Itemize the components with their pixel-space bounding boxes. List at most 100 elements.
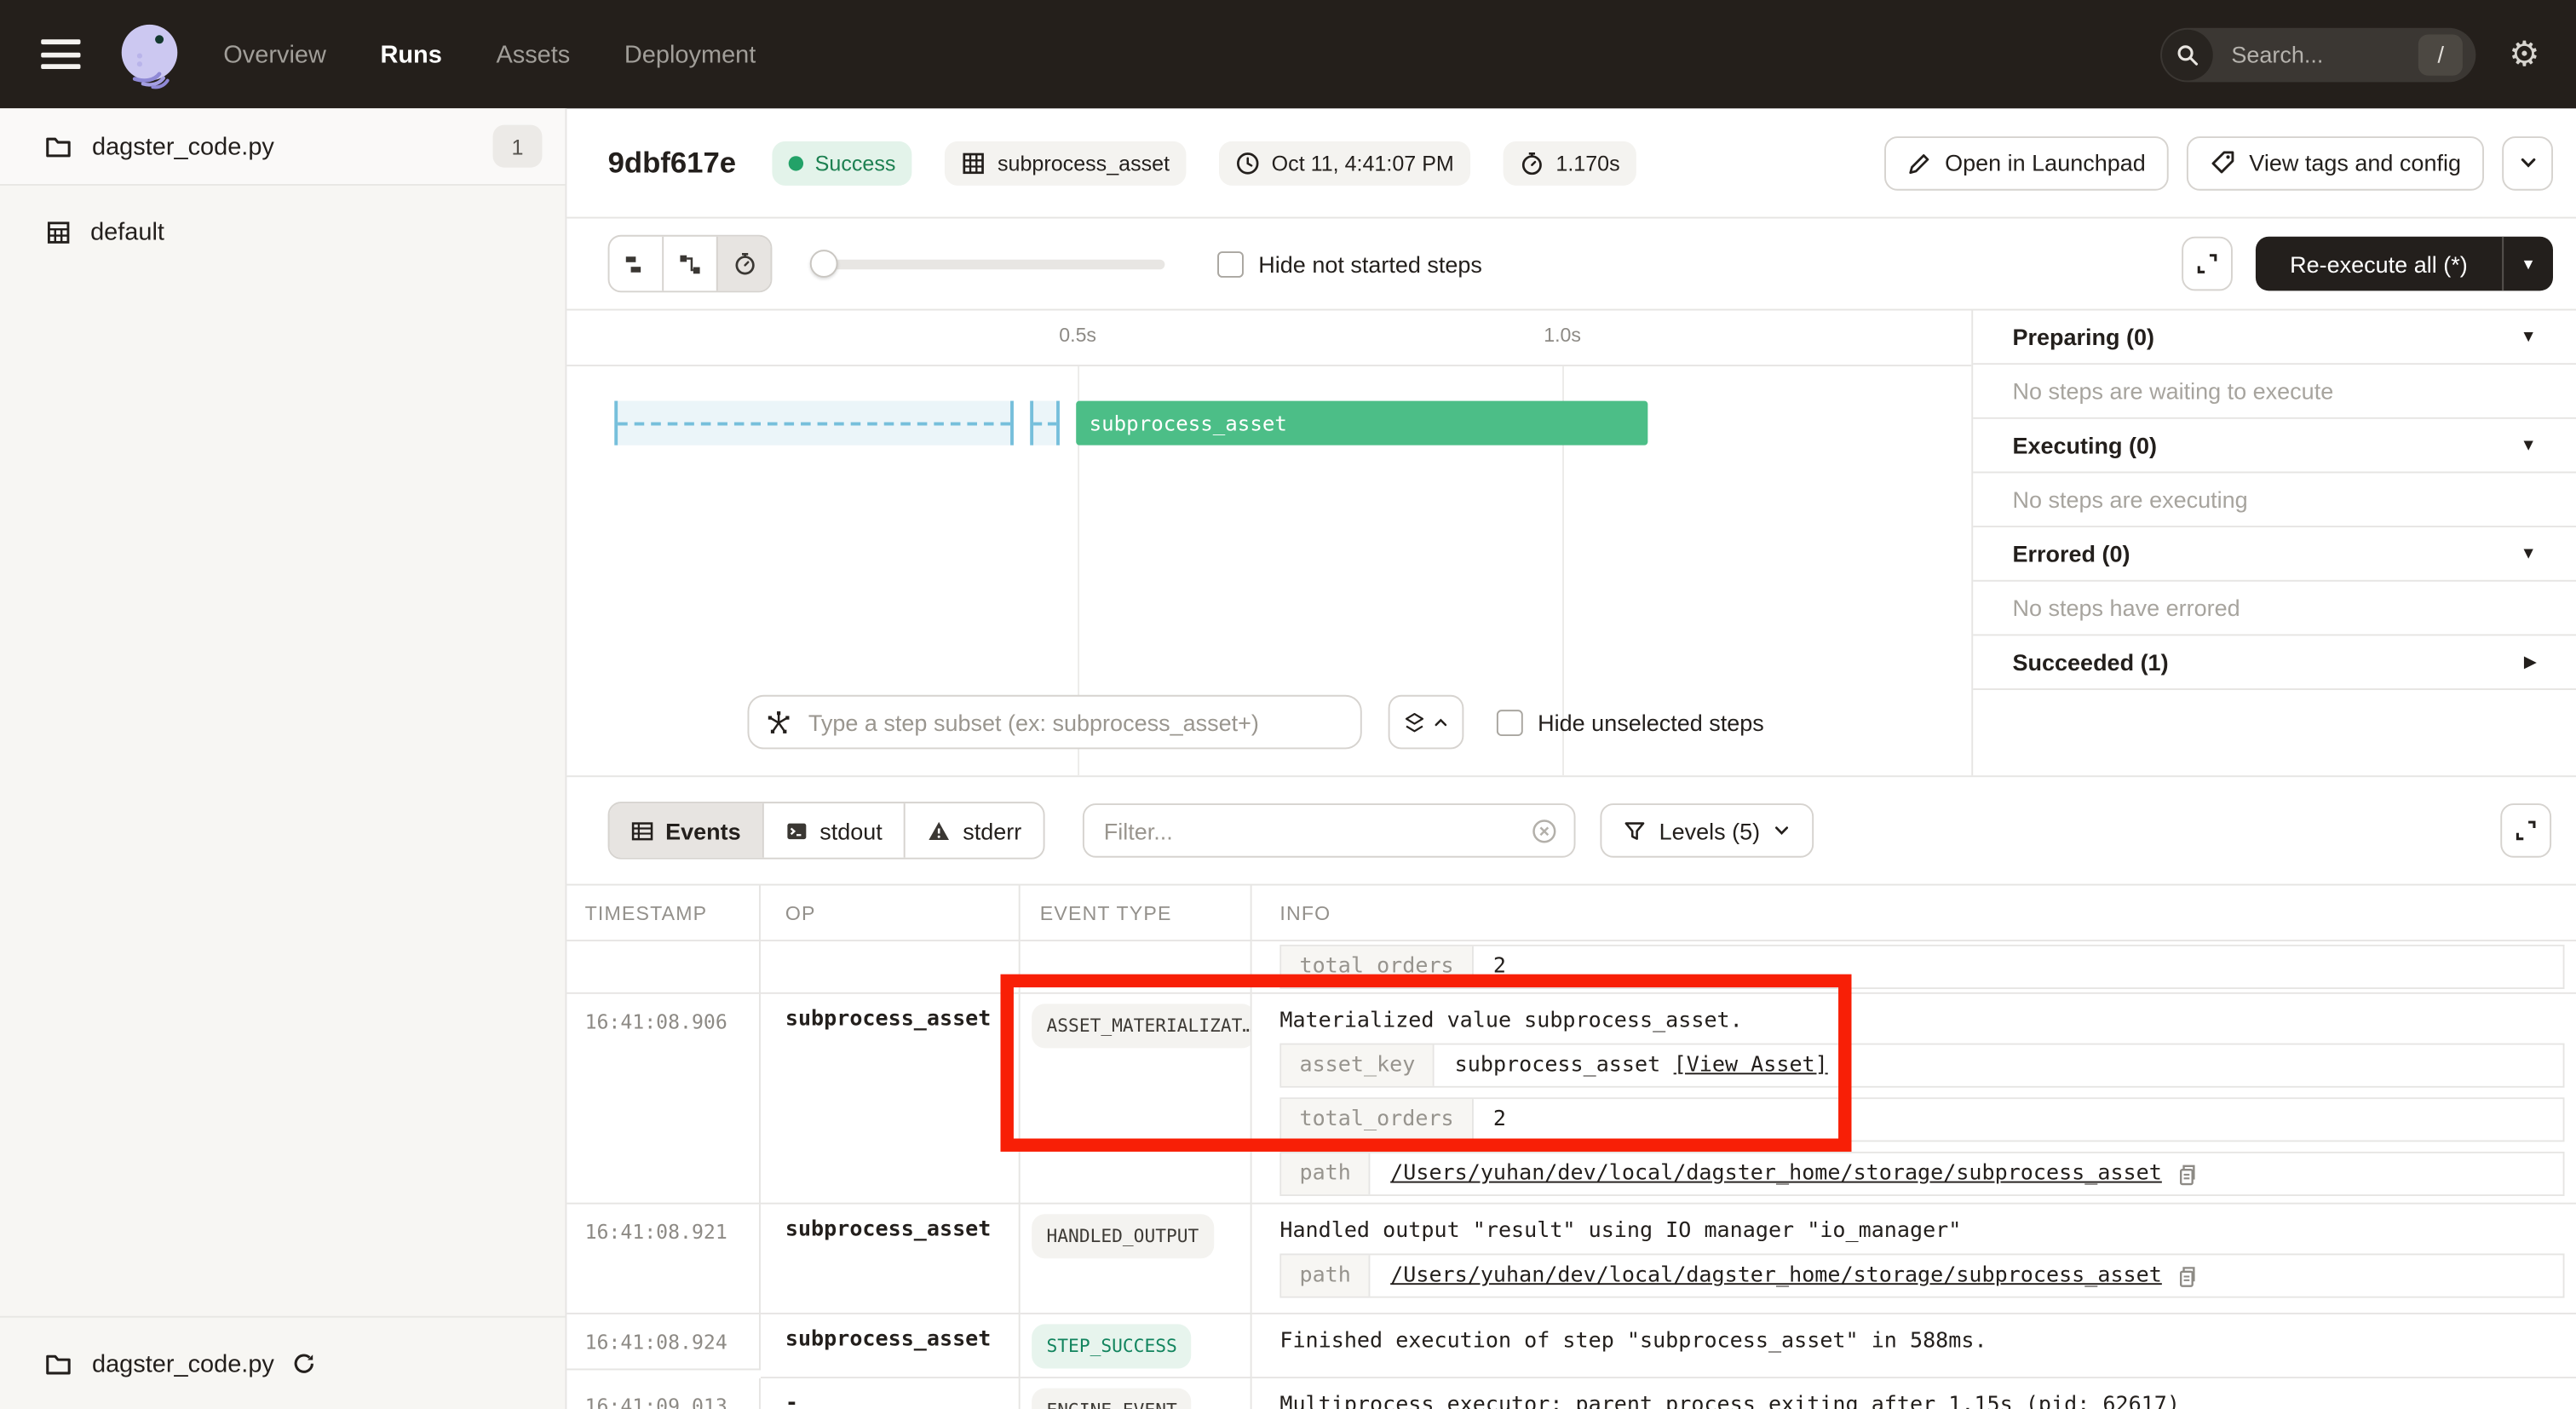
table-row: STEP_SUCCESS: [1021, 1314, 1252, 1378]
event-type-tag-success[interactable]: STEP_SUCCESS: [1032, 1324, 1192, 1368]
status-section-errored[interactable]: Errored (0) ▼: [1973, 527, 2576, 582]
collapse-icon: ▼: [2521, 544, 2537, 562]
step-subset-controls: Hide unselected steps: [747, 695, 1763, 750]
main-content: 9dbf617e Success subprocess_asset Oct 11…: [566, 108, 2576, 1409]
axis-tick-0: 0.5s: [1059, 324, 1096, 347]
gantt-waiting-bar-short: [1030, 401, 1060, 446]
repo-count-badge: 1: [493, 125, 543, 168]
metadata-entry: path /Users/yuhan/dev/local/dagster_home…: [1279, 1253, 2564, 1297]
chevron-down-icon: [2518, 152, 2538, 172]
slider-knob[interactable]: [810, 250, 838, 278]
reload-icon[interactable]: [290, 1350, 317, 1377]
dagster-logo[interactable]: [112, 16, 187, 92]
run-start-time: Oct 11, 4:41:07 PM: [1219, 141, 1470, 185]
reexecute-dropdown-button[interactable]: ▾: [2502, 237, 2553, 291]
open-in-launchpad-button[interactable]: Open in Launchpad: [1884, 135, 2169, 190]
nav-assets[interactable]: Assets: [496, 40, 570, 68]
run-id: 9dbf617e: [608, 146, 737, 180]
funnel-icon: [1623, 819, 1646, 842]
gear-icon[interactable]: ⚙: [2509, 37, 2539, 71]
hide-not-started-checkbox[interactable]: [1217, 250, 1244, 277]
expand-icon: [2514, 818, 2539, 843]
gantt-fullscreen-button[interactable]: [2182, 237, 2233, 291]
table-row: [1021, 941, 1252, 994]
view-mode-timed-icon[interactable]: [716, 237, 771, 291]
hide-unselected-checkbox-row[interactable]: Hide unselected steps: [1497, 709, 1764, 735]
warning-icon: [927, 819, 952, 842]
event-type-tag[interactable]: HANDLED_OUTPUT: [1032, 1214, 1214, 1258]
hide-not-started-checkbox-row[interactable]: Hide not started steps: [1217, 250, 1482, 277]
view-mode-waterfall-icon[interactable]: [662, 237, 716, 291]
nav-runs[interactable]: Runs: [380, 40, 441, 68]
status-section-preparing[interactable]: Preparing (0) ▼: [1973, 310, 2576, 365]
column-header-timestamp: TIMESTAMP: [566, 885, 761, 941]
sidebar-repo-header[interactable]: dagster_code.py 1: [0, 108, 565, 186]
events-fullscreen-button[interactable]: [2500, 803, 2551, 858]
gantt-zoom-slider[interactable]: [812, 237, 1165, 291]
view-tags-config-button[interactable]: View tags and config: [2187, 135, 2484, 190]
status-empty-preparing: No steps are waiting to execute: [1973, 365, 2576, 419]
step-subset-inputbox[interactable]: [747, 695, 1361, 750]
pencil-icon: [1907, 150, 1932, 175]
hide-not-started-label: Hide not started steps: [1258, 250, 1482, 277]
gantt-step-bar[interactable]: subprocess_asset: [1076, 401, 1647, 446]
view-asset-link[interactable]: [View Asset]: [1674, 1053, 1828, 1078]
tab-events[interactable]: Events: [609, 803, 762, 858]
nav-deployment[interactable]: Deployment: [624, 40, 756, 68]
table-row: Materialized value subprocess_asset. ass…: [1252, 994, 2576, 1205]
status-dot-icon: [789, 155, 803, 170]
table-row: ENGINE_EVENT: [1021, 1378, 1252, 1409]
status-empty-errored: No steps have errored: [1973, 582, 2576, 636]
graph-options-button[interactable]: [1389, 695, 1464, 750]
log-tabs: Events stdout stderr: [608, 802, 1045, 860]
hamburger-menu-icon[interactable]: [41, 39, 80, 69]
job-name: default: [90, 218, 164, 246]
column-header-info: INFO: [1252, 885, 2576, 941]
search-input[interactable]: [2228, 39, 2415, 69]
global-search[interactable]: /: [2160, 27, 2475, 82]
hide-unselected-label: Hide unselected steps: [1538, 709, 1764, 735]
table-row: 16:41:08.906: [566, 994, 761, 1205]
events-table: TIMESTAMP OP EVENT TYPE INFO total_order…: [566, 885, 2576, 1409]
event-type-tag[interactable]: ENGINE_EVENT: [1032, 1389, 1192, 1409]
metadata-entry: asset_key subprocess_asset[View Asset]: [1279, 1044, 2564, 1088]
tab-stderr[interactable]: stderr: [904, 803, 1044, 858]
clear-filter-icon[interactable]: [1531, 817, 1557, 843]
event-type-tag[interactable]: ASSET_MATERIALIZAT…: [1032, 1004, 1251, 1048]
table-row: 16:41:09.013: [566, 1378, 761, 1409]
hide-unselected-checkbox[interactable]: [1497, 709, 1523, 735]
levels-filter-button[interactable]: Levels (5): [1600, 803, 1814, 858]
view-mode-flat-icon[interactable]: [609, 237, 662, 291]
search-icon: [2162, 29, 2213, 80]
storage-path-link[interactable]: /Users/yuhan/dev/local/dagster_home/stor…: [1390, 1263, 2162, 1288]
metadata-entry: total_orders 2: [1279, 945, 2564, 989]
table-row: Finished execution of step "subprocess_a…: [1252, 1314, 2576, 1378]
table-row: Handled output "result" using IO manager…: [1252, 1205, 2576, 1314]
table-row: subprocess_asset: [761, 1314, 1021, 1378]
tab-stdout[interactable]: stdout: [762, 803, 904, 858]
asset-grid-icon: [962, 150, 986, 175]
terminal-icon: [785, 819, 808, 842]
log-filter-input[interactable]: [1101, 816, 1531, 846]
run-job-tag[interactable]: subprocess_asset: [945, 141, 1186, 185]
sidebar-item-default-job[interactable]: default: [0, 204, 565, 260]
events-section: Events stdout stderr: [566, 777, 2576, 1409]
job-grid-icon: [44, 218, 72, 246]
status-empty-executing: No steps are executing: [1973, 473, 2576, 527]
log-filter-box[interactable]: [1083, 803, 1576, 858]
run-header: 9dbf617e Success subprocess_asset Oct 11…: [566, 108, 2576, 218]
reexecute-all-button[interactable]: Re-execute all (*): [2256, 237, 2503, 291]
table-row: 16:41:08.921: [566, 1205, 761, 1314]
table-row: -: [761, 1378, 1021, 1409]
step-subset-input[interactable]: [805, 707, 1344, 737]
status-section-executing[interactable]: Executing (0) ▼: [1973, 419, 2576, 474]
status-section-succeeded[interactable]: Succeeded (1) ▶: [1973, 635, 2576, 690]
storage-path-link[interactable]: /Users/yuhan/dev/local/dagster_home/stor…: [1390, 1161, 2162, 1186]
copy-icon[interactable]: [2175, 1162, 2198, 1185]
run-actions-chevron-button[interactable]: [2502, 135, 2553, 190]
copy-icon[interactable]: [2175, 1264, 2198, 1287]
sidebar-footer: dagster_code.py: [0, 1316, 565, 1409]
table-icon: [631, 819, 654, 842]
table-row: HANDLED_OUTPUT: [1021, 1205, 1252, 1314]
nav-overview[interactable]: Overview: [223, 40, 326, 68]
